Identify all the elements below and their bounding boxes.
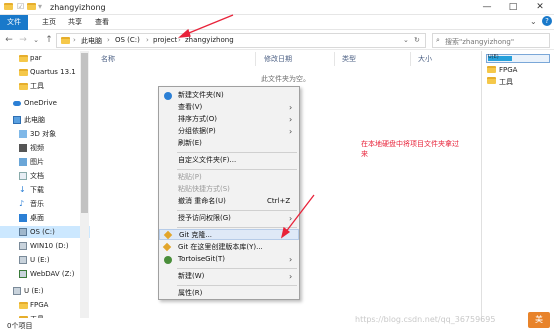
annotation-arrows bbox=[178, 14, 315, 239]
watermark-logo-icon: 美 bbox=[528, 312, 550, 328]
annotation-arrow-to-address bbox=[183, 14, 234, 36]
watermark: https://blog.csdn.net/qq_36759695 bbox=[355, 315, 496, 324]
annotation-note: 在本地硬盘中将项目文件夹拿过来 bbox=[361, 140, 459, 158]
status-bar: 0个项目 https://blog.csdn.net/qq_36759695 美 bbox=[0, 312, 554, 333]
annotation-arrow-to-git-clone bbox=[284, 194, 315, 234]
item-count: 0个项目 bbox=[7, 322, 33, 330]
annotation-arrowhead bbox=[178, 28, 191, 38]
